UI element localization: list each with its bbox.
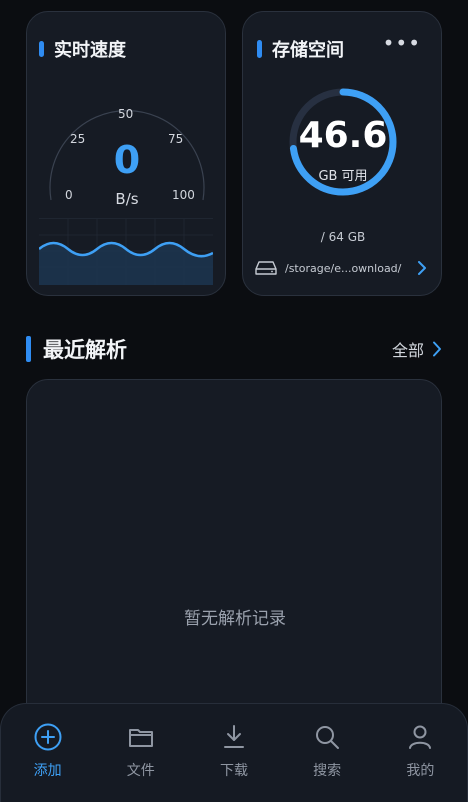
chevron-right-icon [424, 341, 442, 357]
download-icon [219, 722, 249, 760]
nav-item-search[interactable]: 搜索 [287, 722, 367, 780]
storage-card: 存储空间 ••• 46.6 GB 可用 / 64 GB /storage/e..… [242, 11, 442, 296]
nav-label-search: 搜索 [313, 763, 342, 779]
nav-label-files: 文件 [126, 763, 155, 779]
more-horizontal-icon[interactable]: ••• [383, 33, 421, 53]
total-capacity: / 64 GB [320, 230, 366, 244]
speed-unit: B/s [115, 190, 139, 208]
nav-label-downloads: 下载 [219, 763, 248, 779]
storage-path: /storage/e...ownload/ [285, 261, 402, 275]
section-accent-bar [26, 336, 31, 362]
nav-item-profile[interactable]: 我的 [380, 722, 460, 780]
recent-section-header: 最近解析 全部 [26, 334, 442, 364]
nav-item-add[interactable]: 添加 [8, 722, 88, 780]
bottom-nav: 添加 文件 下载 搜索 我的 [0, 703, 468, 802]
available-value: 46.6 [298, 115, 388, 156]
storage-card-title: 存储空间 [257, 36, 344, 62]
recent-title: 最近解析 [43, 338, 127, 362]
see-all-label: 全部 [391, 341, 424, 360]
chevron-right-icon [417, 261, 427, 275]
gauge-tick-50: 50 [118, 107, 134, 121]
nav-label-profile: 我的 [406, 763, 435, 779]
recent-history-card: 暂无解析记录 [26, 379, 442, 759]
available-label: GB 可用 [318, 169, 368, 184]
see-all-link[interactable]: 全部 [392, 337, 442, 361]
nav-label-add: 添加 [33, 763, 62, 779]
add-circle-icon [33, 722, 63, 760]
speed-wave-chart [39, 218, 213, 285]
storage-title-text: 存储空间 [272, 40, 344, 61]
nav-item-files[interactable]: 文件 [101, 722, 181, 780]
empty-state-text: 暂无解析记录 [184, 609, 286, 629]
search-icon [312, 722, 342, 760]
profile-icon [405, 722, 435, 760]
speed-value: 0 [113, 138, 141, 182]
nav-item-downloads[interactable]: 下载 [194, 722, 274, 780]
storage-path-row[interactable]: /storage/e...ownload/ [255, 258, 435, 278]
title-accent-bar [257, 40, 262, 58]
realtime-speed-card: 实时速度 0 25 50 75 100 0 B/s [26, 11, 226, 296]
folder-icon [126, 722, 156, 760]
drive-icon [255, 260, 277, 276]
